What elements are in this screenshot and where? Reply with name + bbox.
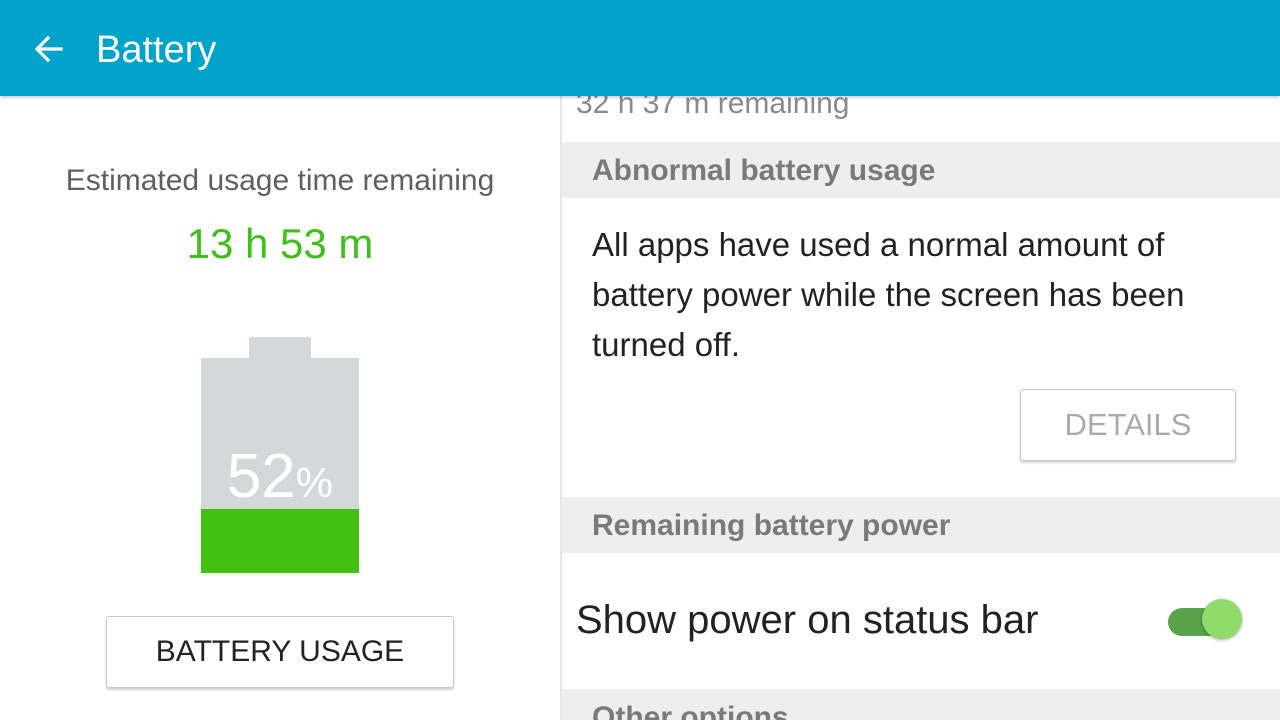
app-bar: Battery [0, 0, 1280, 96]
estimated-time-label: Estimated usage time remaining [65, 164, 495, 197]
battery-details-panel[interactable]: 32 h 37 m remaining Abnormal battery usa… [562, 96, 1280, 720]
battery-percentage-number: 52 [226, 442, 296, 511]
battery-fill [201, 509, 359, 573]
show-power-toggle[interactable] [1168, 599, 1244, 643]
estimated-time-value: 13 h 53 m [186, 220, 374, 267]
show-power-label: Show power on status bar [576, 598, 1039, 642]
battery-usage-button[interactable]: BATTERY USAGE [106, 616, 454, 688]
battery-cap [249, 337, 311, 359]
back-button[interactable] [24, 24, 74, 74]
battery-level-icon: 52% [201, 337, 359, 573]
details-button[interactable]: DETAILS [1020, 389, 1236, 461]
battery-percentage: 52% [201, 442, 359, 518]
show-power-row[interactable]: Show power on status bar [562, 553, 1280, 689]
battery-summary-panel: Estimated usage time remaining 13 h 53 m… [0, 96, 560, 720]
remaining-power-header: Remaining battery power [562, 497, 1280, 553]
page-title: Battery [96, 29, 217, 71]
battery-percentage-unit: % [295, 459, 334, 506]
other-options-header: Other options [562, 689, 1280, 720]
arrow-back-icon [34, 35, 63, 63]
abnormal-usage-header: Abnormal battery usage [562, 142, 1280, 198]
toggle-thumb [1202, 599, 1242, 639]
remaining-time-text: 32 h 37 m remaining [576, 96, 850, 120]
abnormal-usage-description: All apps have used a normal amount of ba… [592, 226, 1185, 363]
battery-body: 52% [201, 358, 359, 573]
